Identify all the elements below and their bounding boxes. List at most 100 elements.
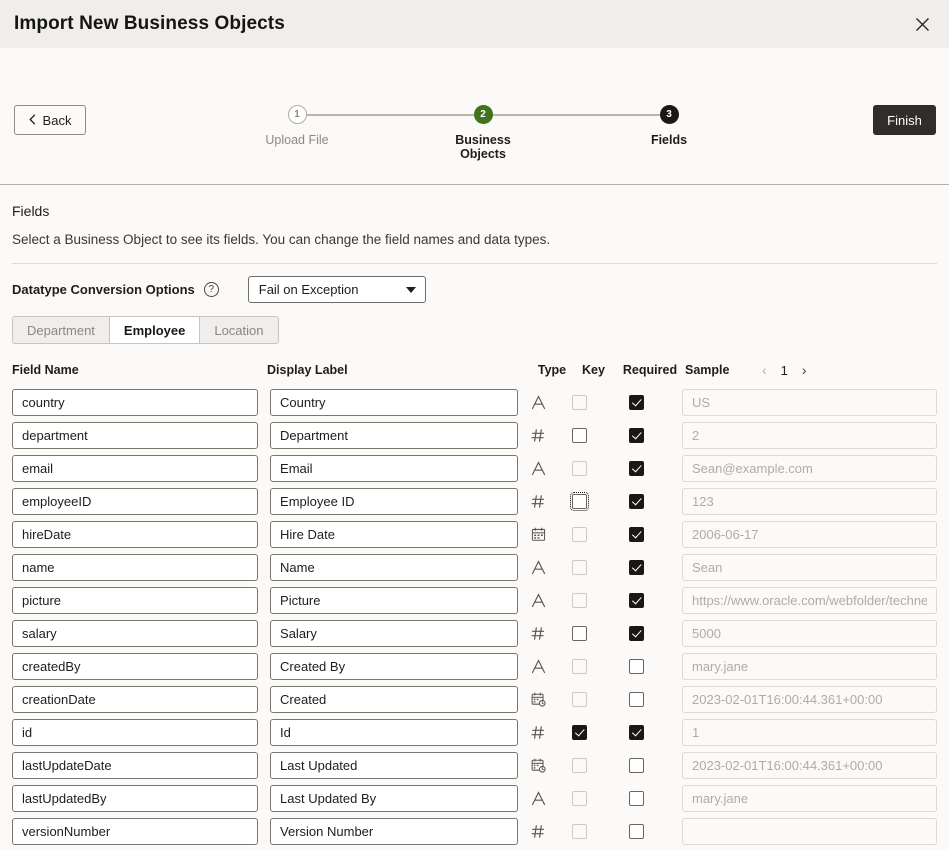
text-type-icon [518,395,558,410]
sample-cell [682,422,937,449]
display-label-input[interactable] [270,389,518,416]
required-checkbox[interactable] [629,626,644,641]
key-checkbox[interactable] [572,824,587,839]
datatype-conversion-label: Datatype Conversion Options [12,282,195,297]
sample-value-input [682,587,937,614]
required-checkbox[interactable] [629,692,644,707]
field-name-input[interactable] [12,785,258,812]
wizard-step-upload-file[interactable]: 1 Upload File [252,104,342,147]
display-label-input[interactable] [270,653,518,680]
sample-cell [682,389,937,416]
required-checkbox-cell [601,692,671,707]
step-number-badge: 1 [288,105,307,124]
key-checkbox[interactable] [572,395,587,410]
pagination-prev-icon[interactable]: ‹ [762,363,767,377]
required-checkbox-cell [601,791,671,806]
key-checkbox-cell [558,824,601,839]
column-header-display-label: Display Label [267,363,532,377]
display-label-input[interactable] [270,686,518,713]
field-name-input[interactable] [12,752,258,779]
field-name-input[interactable] [12,653,258,680]
back-button[interactable]: Back [14,105,86,135]
field-name-input[interactable] [12,719,258,746]
field-name-input[interactable] [12,455,258,482]
field-name-input[interactable] [12,488,258,515]
key-checkbox[interactable] [572,593,587,608]
table-row [12,386,937,419]
display-label-input[interactable] [270,818,518,845]
display-label-input[interactable] [270,620,518,647]
number-type-icon [518,725,558,740]
key-checkbox[interactable] [572,527,587,542]
sample-cell [682,686,937,713]
required-checkbox[interactable] [629,560,644,575]
display-label-input[interactable] [270,587,518,614]
tab-employee[interactable]: Employee [110,317,200,343]
wizard-step-fields[interactable]: 3 Fields [624,104,714,147]
key-checkbox[interactable] [572,659,587,674]
display-label-input[interactable] [270,521,518,548]
required-checkbox[interactable] [629,593,644,608]
required-checkbox[interactable] [629,527,644,542]
table-row [12,749,937,782]
table-row [12,617,937,650]
display-label-input[interactable] [270,719,518,746]
display-label-input[interactable] [270,455,518,482]
key-checkbox[interactable] [572,494,587,509]
sample-value-input [682,719,937,746]
field-name-input[interactable] [12,686,258,713]
required-checkbox[interactable] [629,428,644,443]
field-name-input[interactable] [12,422,258,449]
datatype-conversion-select[interactable]: Fail on Exception [248,276,426,303]
required-checkbox[interactable] [629,791,644,806]
close-icon[interactable] [909,11,935,37]
required-checkbox-cell [601,725,671,740]
key-checkbox[interactable] [572,626,587,641]
page-title: Import New Business Objects [14,13,285,35]
wizard-step-business-objects[interactable]: 2 Business Objects [438,104,528,161]
required-checkbox[interactable] [629,824,644,839]
field-name-input[interactable] [12,554,258,581]
finish-button[interactable]: Finish [873,105,936,135]
display-label-input[interactable] [270,785,518,812]
sample-cell [682,719,937,746]
datatype-conversion-value: Fail on Exception [259,282,359,297]
key-checkbox[interactable] [572,461,587,476]
field-name-input[interactable] [12,818,258,845]
key-checkbox-cell [558,626,601,641]
key-checkbox[interactable] [572,428,587,443]
key-checkbox[interactable] [572,758,587,773]
sample-cell [682,587,937,614]
key-checkbox[interactable] [572,692,587,707]
field-name-input[interactable] [12,521,258,548]
tab-location[interactable]: Location [200,317,277,343]
display-label-input[interactable] [270,488,518,515]
key-checkbox[interactable] [572,560,587,575]
tab-department[interactable]: Department [13,317,110,343]
key-checkbox[interactable] [572,791,587,806]
required-checkbox[interactable] [629,395,644,410]
display-label-input[interactable] [270,752,518,779]
field-name-input[interactable] [12,389,258,416]
pagination-next-icon[interactable]: › [802,363,807,377]
table-row [12,452,937,485]
table-row [12,782,937,815]
help-icon[interactable]: ? [204,282,219,297]
display-label-input[interactable] [270,554,518,581]
required-checkbox[interactable] [629,659,644,674]
wizard-step-label: Upload File [252,133,342,147]
required-checkbox[interactable] [629,461,644,476]
pagination: ‹ 1 › [762,363,807,378]
required-checkbox[interactable] [629,725,644,740]
required-checkbox-cell [601,824,671,839]
sample-value-input [682,389,937,416]
step-number-badge: 3 [660,105,679,124]
required-checkbox[interactable] [629,758,644,773]
field-name-input[interactable] [12,620,258,647]
fields-table-body [0,386,949,848]
required-checkbox[interactable] [629,494,644,509]
display-label-input[interactable] [270,422,518,449]
field-name-input[interactable] [12,587,258,614]
table-row [12,551,937,584]
key-checkbox[interactable] [572,725,587,740]
